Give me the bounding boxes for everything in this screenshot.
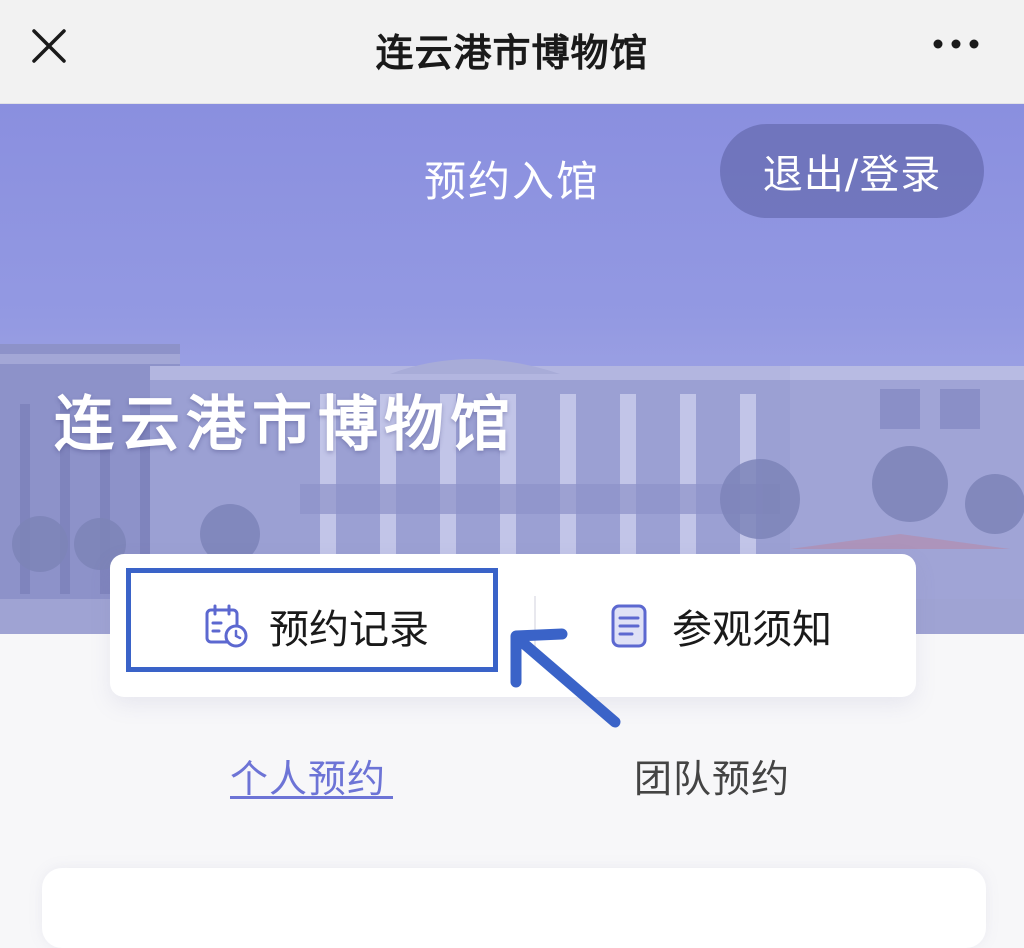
museum-name-overlay: 连云港市博物馆 (54, 390, 516, 460)
more-dots-icon[interactable] (930, 36, 982, 52)
annotation-arrow-icon (510, 628, 621, 728)
tab-team-reservation[interactable]: 团队预约 (634, 748, 790, 803)
active-tab-underline (230, 796, 393, 799)
logout-login-button[interactable]: 退出/登录 (720, 124, 984, 218)
highlight-box (126, 568, 498, 672)
page-title: 连云港市博物馆 (375, 31, 649, 75)
form-card (42, 868, 986, 948)
nav-bar: 连云港市博物馆 (0, 0, 1024, 104)
tab-personal-reservation[interactable]: 个人预约 (230, 748, 386, 803)
visit-notice-label: 参观须知 (672, 606, 832, 653)
